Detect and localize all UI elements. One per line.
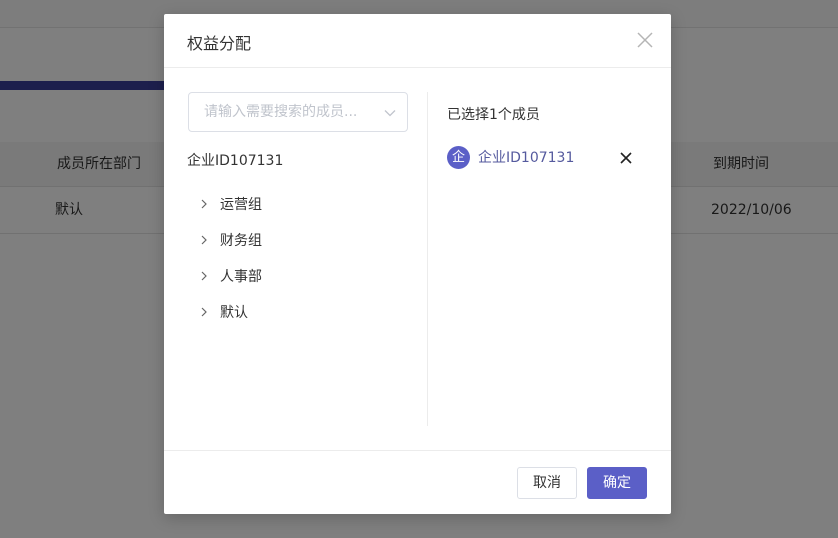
selected-member-name: 企业ID107131 bbox=[478, 150, 575, 166]
benefit-allocation-dialog: 权益分配 企业ID107131 运营组 财务组 bbox=[164, 14, 671, 514]
confirm-button[interactable]: 确定 bbox=[587, 467, 647, 499]
avatar: 企 bbox=[447, 146, 470, 169]
tree-node-label: 运营组 bbox=[220, 197, 262, 213]
chevron-right-icon[interactable] bbox=[198, 270, 210, 282]
close-icon bbox=[620, 152, 632, 164]
tree-root-company[interactable]: 企业ID107131 bbox=[187, 150, 283, 170]
member-search[interactable] bbox=[188, 92, 408, 132]
selected-member-item: 企 企业ID107131 bbox=[447, 145, 647, 171]
close-icon bbox=[637, 32, 653, 48]
dialog-title: 权益分配 bbox=[187, 34, 252, 53]
dialog-header: 权益分配 bbox=[164, 14, 671, 68]
dialog-footer: 取消 确定 bbox=[164, 450, 671, 514]
close-button[interactable] bbox=[633, 28, 657, 52]
remove-member-button[interactable] bbox=[618, 150, 634, 166]
cancel-button[interactable]: 取消 bbox=[517, 467, 577, 499]
tree-node-label: 人事部 bbox=[220, 269, 262, 285]
chevron-right-icon[interactable] bbox=[198, 306, 210, 318]
tree-node-label: 财务组 bbox=[220, 233, 262, 249]
chevron-right-icon[interactable] bbox=[198, 234, 210, 246]
chevron-down-icon bbox=[384, 110, 396, 117]
chevron-right-icon[interactable] bbox=[198, 198, 210, 210]
member-picker-panel: 企业ID107131 运营组 财务组 人事部 默认 bbox=[164, 68, 427, 426]
member-search-input[interactable] bbox=[189, 93, 379, 131]
selected-members-panel: 已选择1个成员 企 企业ID107131 bbox=[428, 68, 671, 426]
selected-count: 已选择1个成员 bbox=[447, 107, 540, 123]
tree-node-label: 默认 bbox=[220, 305, 248, 321]
